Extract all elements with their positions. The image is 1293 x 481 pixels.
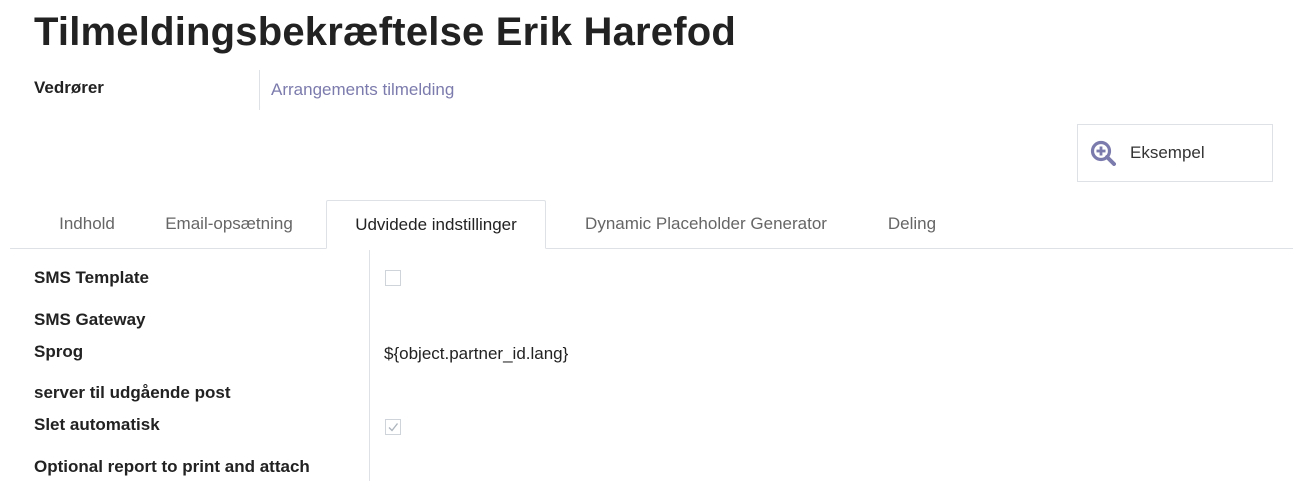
preview-button-label: Eksempel <box>1130 143 1205 162</box>
auto-delete-label: Slet automatisk <box>34 415 160 434</box>
tab-email-settings[interactable]: Email-opsætning <box>148 200 310 248</box>
field-divider <box>259 70 260 110</box>
sms-template-checkbox[interactable] <box>385 270 401 286</box>
tab-advanced-settings[interactable]: Udvidede indstillinger <box>326 200 546 249</box>
form-divider <box>369 250 370 481</box>
sms-template-label: SMS Template <box>34 268 149 287</box>
mail-server-label: server til udgående post <box>34 383 231 402</box>
language-value[interactable]: ${object.partner_id.lang} <box>384 344 568 364</box>
tab-dynamic-placeholder-generator[interactable]: Dynamic Placeholder Generator <box>556 200 856 248</box>
preview-button[interactable]: Eksempel <box>1077 124 1273 182</box>
tab-bar: Indhold Email-opsætning Udvidede indstil… <box>10 200 1293 249</box>
page-title: Tilmeldingsbekræftelse Erik Harefod <box>34 10 737 54</box>
tab-sharing[interactable]: Deling <box>872 200 952 248</box>
relates-to-label: Vedrører <box>34 78 104 97</box>
language-label: Sprog <box>34 342 84 361</box>
sms-gateway-label: SMS Gateway <box>34 310 146 329</box>
check-icon <box>388 423 399 432</box>
zoom-in-icon <box>1090 140 1116 166</box>
auto-delete-checkbox[interactable] <box>385 419 401 435</box>
report-label: Optional report to print and attach <box>34 457 310 476</box>
relates-to-link[interactable]: Arrangements tilmelding <box>271 80 454 100</box>
tab-content[interactable]: Indhold <box>42 200 132 248</box>
